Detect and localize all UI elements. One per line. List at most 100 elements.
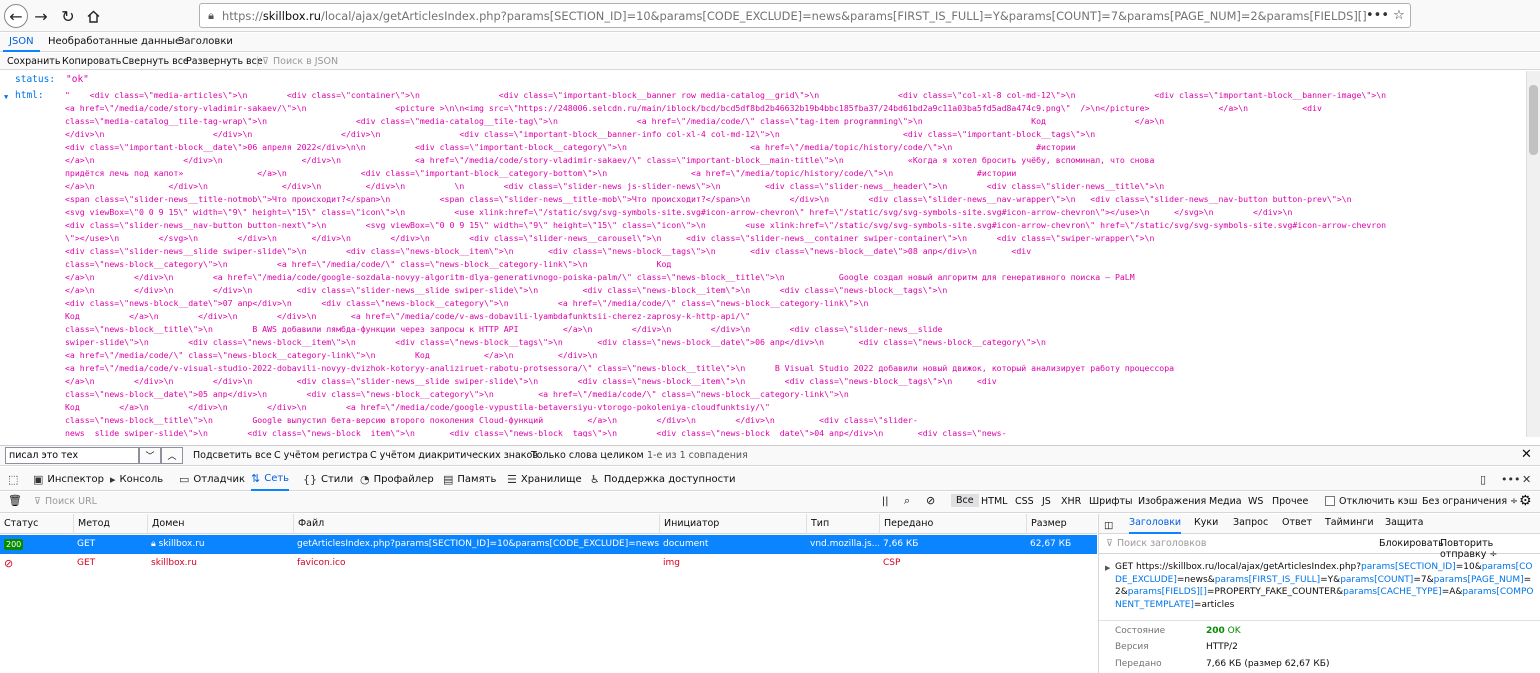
- block-button[interactable]: Блокировать: [1379, 538, 1444, 549]
- match-case-toggle[interactable]: С учётом регистра: [274, 450, 368, 461]
- tab-memory[interactable]: ▤ Память: [443, 467, 496, 491]
- html-value-line: </a>\n </div>\n </div>\n <a href=\"/medi…: [65, 155, 1155, 165]
- filter-fonts[interactable]: Шрифты: [1089, 496, 1133, 507]
- tab-console[interactable]: ▸ Консоль: [110, 467, 163, 491]
- status-label: Состояние: [1115, 626, 1166, 636]
- col-status[interactable]: Статус: [0, 514, 73, 534]
- html-value-line: class=\"news-block__date\">05 апр</div>\…: [65, 389, 849, 399]
- collapse-all-button[interactable]: Свернуть все: [122, 56, 189, 67]
- home-button[interactable]: [81, 4, 105, 28]
- console-icon: ▸: [110, 472, 116, 486]
- dock-icon[interactable]: ▯: [1480, 467, 1486, 491]
- tab-cookies[interactable]: Куки: [1194, 514, 1218, 534]
- filter-js[interactable]: JS: [1042, 496, 1051, 507]
- row-method: GET: [77, 539, 96, 549]
- tab-response[interactable]: Ответ: [1282, 514, 1312, 534]
- url-param-name: params[SECTION_ID]: [1361, 562, 1456, 572]
- json-filter-input[interactable]: Поиск в JSON: [273, 56, 338, 67]
- tab-timings[interactable]: Тайминги: [1325, 514, 1374, 534]
- col-type[interactable]: Тип: [806, 514, 879, 534]
- expand-arrow-icon[interactable]: ▶: [1105, 564, 1110, 572]
- html-value-line: </a>\n </div>\n <a href=\"/media/code/go…: [65, 272, 1135, 282]
- html-value-line: </a>\n </div>\n </div>\n <div class=\"sl…: [65, 376, 997, 386]
- whole-words-toggle[interactable]: Только слова целиком: [531, 450, 644, 461]
- row-transferred: 7,66 КБ: [883, 539, 919, 549]
- match-diacritics-toggle[interactable]: С учётом диакритических знаков: [370, 450, 538, 461]
- resend-button[interactable]: Повторить отправку ÷: [1440, 538, 1540, 560]
- blocked-icon: ⊘: [4, 557, 14, 570]
- row-size: [1026, 554, 1097, 573]
- col-transferred[interactable]: Передано: [879, 514, 1026, 534]
- tab-raw-data[interactable]: Необработанные данные: [42, 33, 187, 52]
- tab-network[interactable]: ⇅ Сеть: [251, 467, 290, 491]
- table-row[interactable]: ⊘ GET skillbox.ru favicon.ico img CSP: [0, 554, 1097, 573]
- row-domain: skillbox.ru: [151, 558, 197, 568]
- col-domain[interactable]: Домен: [147, 514, 293, 534]
- col-size[interactable]: Размер: [1026, 514, 1097, 534]
- gear-icon[interactable]: ⚙: [1519, 493, 1532, 509]
- filter-images[interactable]: Изображения: [1138, 496, 1206, 507]
- tab-profiler[interactable]: ◔ Профайлер: [360, 467, 434, 491]
- find-previous-button[interactable]: ︿: [161, 447, 183, 464]
- filter-icon: ⊽: [1106, 538, 1113, 549]
- filter-xhr[interactable]: XHR: [1061, 496, 1081, 507]
- styles-icon: {}: [303, 472, 317, 486]
- tab-storage[interactable]: ☰ Хранилище: [507, 467, 582, 491]
- col-initiator[interactable]: Инициатор: [659, 514, 806, 534]
- search-icon[interactable]: ⌕: [904, 494, 910, 508]
- picker-icon[interactable]: ⬚: [8, 467, 18, 491]
- scrollbar-thumb[interactable]: [1529, 85, 1538, 155]
- filter-html[interactable]: HTML: [981, 496, 1007, 507]
- tab-json[interactable]: JSON: [3, 33, 40, 52]
- expand-toggle-icon[interactable]: ▼: [4, 93, 8, 101]
- page-actions-icon[interactable]: •••: [1366, 8, 1389, 23]
- tab-accessibility[interactable]: ♿︎ Поддержка доступности: [590, 467, 736, 491]
- tab-security[interactable]: Защита: [1385, 514, 1423, 534]
- filter-all[interactable]: Все: [951, 494, 979, 507]
- url-filter-input[interactable]: Поиск URL: [45, 496, 97, 507]
- tab-headers[interactable]: Заголовки: [172, 33, 239, 52]
- url-text[interactable]: https://skillbox.ru/local/ajax/getArticl…: [222, 9, 1366, 23]
- tab-inspector[interactable]: ▣ Инспектор: [33, 467, 104, 491]
- html-value-line: news__slide swiper-slide\">\n <div class…: [65, 428, 1007, 437]
- more-options-icon[interactable]: •••: [1501, 467, 1520, 491]
- close-devtools-icon[interactable]: ✕: [1522, 467, 1531, 491]
- col-method[interactable]: Метод: [73, 514, 147, 534]
- filter-ws[interactable]: WS: [1248, 496, 1263, 507]
- close-find-icon[interactable]: ✕: [1521, 447, 1532, 462]
- forward-button[interactable]: →: [29, 4, 53, 28]
- pause-icon[interactable]: ||: [882, 496, 888, 507]
- filter-css[interactable]: CSS: [1015, 496, 1034, 507]
- throttle-select[interactable]: Без ограничения ÷: [1422, 496, 1518, 507]
- tab-headers[interactable]: Заголовки: [1129, 514, 1182, 534]
- reload-button[interactable]: ↻: [56, 4, 80, 28]
- html-value-line: swiper-slide\">\n <div class=\"news-bloc…: [65, 337, 1046, 347]
- highlight-all-toggle[interactable]: Подсветить все: [193, 450, 272, 461]
- headers-filter-input[interactable]: Поиск заголовков: [1117, 538, 1206, 549]
- col-file[interactable]: Файл: [293, 514, 659, 534]
- back-button[interactable]: ←: [4, 4, 28, 28]
- save-button[interactable]: Сохранить: [7, 56, 60, 67]
- filter-other[interactable]: Прочее: [1272, 496, 1308, 507]
- trash-icon[interactable]: 🗑︎: [8, 494, 22, 507]
- vertical-scrollbar[interactable]: [1526, 71, 1540, 437]
- row-initiator[interactable]: document: [659, 535, 806, 554]
- address-bar[interactable]: 🔒︎ https://skillbox.ru/local/ajax/getArt…: [199, 3, 1411, 28]
- network-filter-bar: 🗑︎ ⊽ Поиск URL || ⌕ ⊘ Все HTML CSS JS XH…: [0, 492, 1540, 513]
- table-row[interactable]: 200 GET 🔒︎ skillbox.ru getArticlesIndex.…: [0, 535, 1097, 554]
- html-value-line: <a href=\"/media/code/v-visual-studio-20…: [65, 363, 1175, 373]
- request-method: GET: [1115, 562, 1137, 572]
- bookmark-star-icon[interactable]: ☆: [1388, 8, 1410, 23]
- copy-button[interactable]: Копировать: [62, 56, 121, 67]
- tab-debugger[interactable]: ▭ Отладчик: [179, 467, 245, 491]
- filter-icon: ⊽: [262, 56, 269, 67]
- tab-styles[interactable]: {} Стили: [303, 467, 353, 491]
- filter-media[interactable]: Медиа: [1209, 496, 1242, 507]
- find-next-button[interactable]: ﹀: [139, 447, 161, 464]
- tab-request[interactable]: Запрос: [1233, 514, 1268, 534]
- block-icon[interactable]: ⊘: [926, 494, 935, 507]
- panel-toggle-icon[interactable]: ◫: [1104, 517, 1113, 537]
- disable-cache-checkbox[interactable]: [1325, 496, 1335, 506]
- expand-all-button[interactable]: Развернуть все: [186, 56, 263, 67]
- find-input[interactable]: [5, 447, 139, 464]
